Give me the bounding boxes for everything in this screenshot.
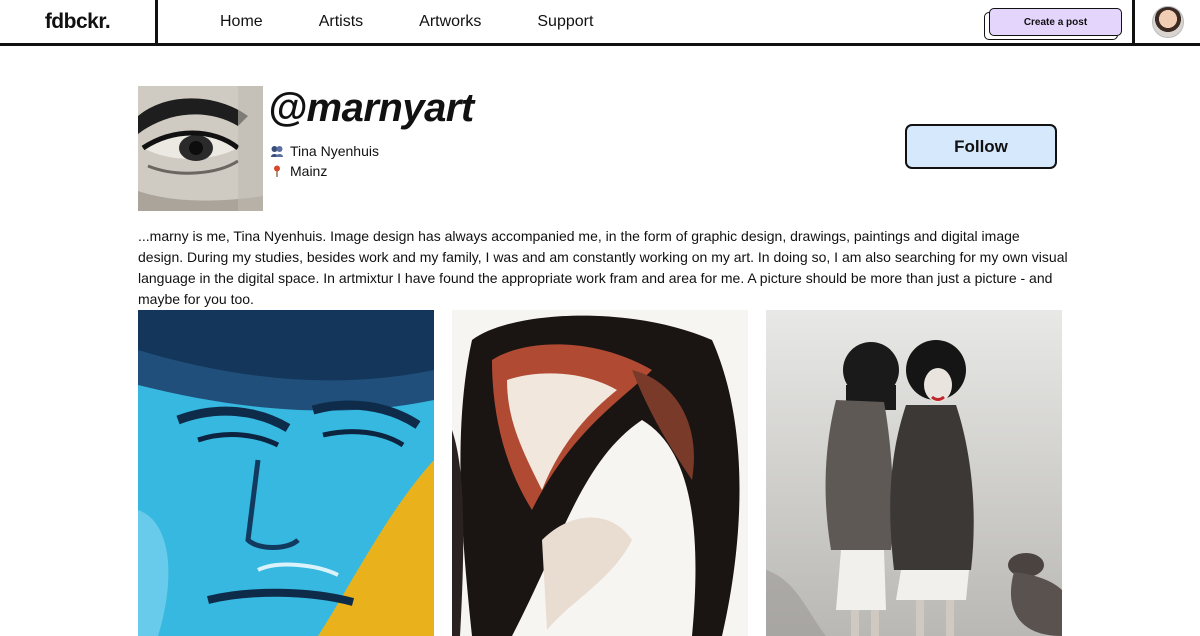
nav-link-home[interactable]: Home (220, 13, 263, 31)
artwork-thumbnail[interactable] (452, 310, 748, 636)
nav-link-artists[interactable]: Artists (319, 13, 363, 31)
user-avatar[interactable] (1151, 5, 1184, 38)
avatar-cell (1132, 0, 1200, 43)
profile-photo (138, 86, 263, 211)
logo-cell: fdbckr. (0, 0, 158, 43)
follow-button[interactable]: Follow (905, 124, 1057, 169)
artwork-thumbnail[interactable] (766, 310, 1062, 636)
logo[interactable]: fdbckr. (45, 10, 111, 34)
top-nav: fdbckr. Home Artists Artworks Support Cr… (0, 0, 1200, 46)
create-post-wrap: Create a post (984, 8, 1122, 40)
profile-name-row: Tina Nyenhuis (270, 143, 379, 159)
people-icon (270, 144, 284, 158)
artwork-thumbnail[interactable] (138, 310, 434, 636)
map-pin-icon (270, 164, 284, 178)
nav-link-support[interactable]: Support (537, 13, 593, 31)
profile-handle: @marnyart (268, 86, 474, 130)
nav-link-artworks[interactable]: Artworks (419, 13, 481, 31)
profile-location: Mainz (290, 163, 328, 179)
create-post-button[interactable]: Create a post (989, 8, 1122, 36)
profile-name: Tina Nyenhuis (290, 143, 379, 159)
nav-links: Home Artists Artworks Support (220, 0, 649, 43)
profile-location-row: Mainz (270, 163, 327, 179)
profile-bio: ...marny is me, Tina Nyenhuis. Image des… (138, 228, 1068, 307)
